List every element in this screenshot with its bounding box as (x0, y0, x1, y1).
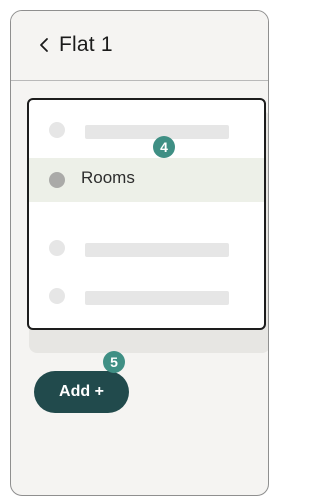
list-card: Rooms (27, 98, 266, 330)
mobile-screen: Flat 1 Rooms Add + (10, 10, 269, 496)
list-item-placeholder[interactable] (29, 106, 264, 150)
step-badge-4: 4 (153, 136, 175, 158)
step-badge-5: 5 (103, 351, 125, 373)
placeholder-dot (49, 288, 65, 304)
list-item-rooms[interactable]: Rooms (29, 158, 264, 202)
list-item-label: Rooms (81, 168, 135, 187)
radio-dot (49, 172, 65, 188)
page-title: Flat 1 (59, 33, 113, 56)
placeholder-dot (49, 240, 65, 256)
placeholder-bar (85, 243, 229, 257)
placeholder-bar (85, 291, 229, 305)
add-button[interactable]: Add + (34, 371, 129, 413)
chevron-left-icon (40, 38, 48, 52)
back-button[interactable]: Flat 1 (39, 33, 113, 57)
list-item-placeholder[interactable] (29, 272, 264, 316)
list-item-placeholder[interactable] (29, 224, 264, 268)
placeholder-dot (49, 122, 65, 138)
app-header: Flat 1 (11, 11, 268, 81)
